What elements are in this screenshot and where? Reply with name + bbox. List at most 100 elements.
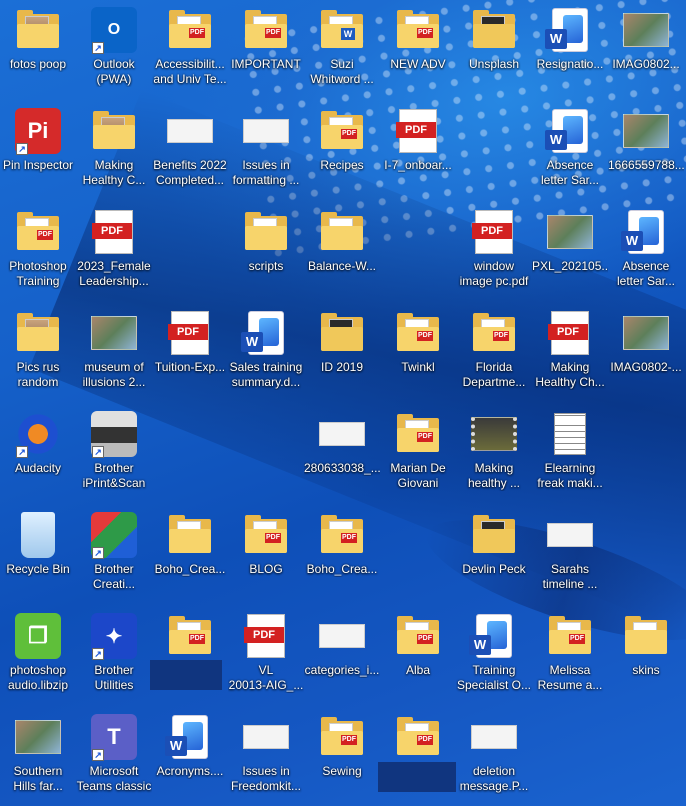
desktop-icon-2023-female[interactable]: PDF 2023_Female Leadership... [76,204,152,300]
desktop-icon-sales-training[interactable]: W Sales training summary.d... [228,305,304,401]
icon-glyph: ↗ [90,410,138,458]
desktop-icon-southern[interactable]: Southern Hills far... [0,709,76,805]
desktop-icon-recipes[interactable]: PDF Recipes [304,103,380,199]
desktop-icon-label: BLOG [249,562,283,576]
desktop-icon-tuition-exp[interactable]: PDF Tuition-Exp... [152,305,228,401]
desktop-icon-issues-in[interactable]: Issues in formatting ... [228,103,304,199]
image-thumbnail-icon [623,114,669,148]
desktop-icon-outlook-pwa[interactable]: O ↗ Outlook (PWA) [76,2,152,98]
folder-icon: PDF [17,212,59,252]
desktop-icon-sewing[interactable]: PDF Sewing [304,709,380,805]
desktop-icon-alba[interactable]: PDF Alba [380,608,456,704]
desktop-icon-recycle-bin[interactable]: Recycle Bin [0,507,76,603]
desktop-icon-pics-rus[interactable]: Pics rus random [0,305,76,401]
desktop-icon-balance-w[interactable]: Balance-W... [304,204,380,300]
desktop-icon-boho-crea[interactable]: PDF Boho_Crea... [304,507,380,603]
redaction-bar [378,762,456,792]
icon-glyph [318,309,366,357]
desktop-icon-twinkl[interactable]: PDF Twinkl [380,305,456,401]
icon-glyph [166,511,214,559]
desktop-icon-devlin-peck[interactable]: Devlin Peck [456,507,532,603]
desktop-icon-unsplash[interactable]: Unsplash [456,2,532,98]
desktop-icon-label: Making Healthy Ch... [535,360,605,389]
icon-glyph: PDF [470,309,518,357]
desktop-icon-label: 280633038_... [304,461,380,475]
icon-glyph: PDF [546,612,594,660]
icon-glyph: W [241,309,290,357]
desktop-icon-making[interactable]: Making Healthy C... [76,103,152,199]
desktop-icon-i-7-onboar[interactable]: PDF I-7_onboar... [380,103,456,199]
desktop-icon-deletion[interactable]: deletion message.P... [456,709,532,805]
pdf-icon: PDF [417,735,433,745]
desktop-icon-label: IMAG0802-... [610,360,682,374]
desktop-icon-issues-in[interactable]: Issues in Freedomkit... [228,709,304,805]
desktop-icon-pxl-202105[interactable]: PXL_202105... [532,204,608,300]
desktop-icon-label: Recycle Bin [6,562,70,576]
icon-glyph: PDF [242,511,290,559]
desktop-icon-brother[interactable]: ↗ Brother Creati... [76,507,152,603]
folder-icon: PDF [245,10,287,50]
desktop-icon-blog[interactable]: PDF BLOG [228,507,304,603]
desktop-icon-resignatio[interactable]: W Resignatio... [532,2,608,98]
desktop-icon-photoshop[interactable]: PDF Photoshop Training [0,204,76,300]
desktop-icon-label: scripts [248,259,284,273]
desktop-icon-audacity[interactable]: ↗ Audacity [0,406,76,502]
desktop-icon-scripts[interactable]: scripts [228,204,304,300]
desktop-icon-melissa[interactable]: PDF Melissa Resume a... [532,608,608,704]
video-thumbnail-icon [471,417,517,451]
folder-icon [93,111,135,151]
folder-icon [245,212,287,252]
shortcut-arrow-icon: ↗ [92,547,104,559]
desktop-icon-vl[interactable]: PDF VL 20013-AIG_... [228,608,304,704]
desktop-icon-important[interactable]: PDF IMPORTANT [228,2,304,98]
desktop-icon-label: Florida Departme... [462,360,526,389]
desktop-icon-florida[interactable]: PDF Florida Departme... [456,305,532,401]
desktop-icon-label: IMAG0802... [612,57,680,71]
desktop-icon-1666559788[interactable]: 1666559788... [608,103,684,199]
icon-glyph: O ↗ [90,6,138,54]
zip-archive-icon: ❒ [15,613,61,659]
screenshot-thumbnail-icon [471,725,517,749]
desktop-icon-imag0802[interactable]: IMAG0802... [608,2,684,98]
desktop-icon-label: Twinkl [401,360,435,374]
shortcut-arrow-icon: ↗ [16,446,28,458]
desktop-icon-label: Pin Inspector [2,158,74,172]
desktop-icon-280633038[interactable]: 280633038_... [304,406,380,502]
desktop-icon-new-adv[interactable]: PDF NEW ADV [380,2,456,98]
desktop-icon-microsoft[interactable]: T ↗ Microsoft Teams classic [76,709,152,805]
desktop-icon-brother[interactable]: ✦ ↗ Brother Utilities [76,608,152,704]
desktop-icon-skins[interactable]: skins [608,608,684,704]
desktop-icon-making[interactable]: Making healthy ... [456,406,532,502]
desktop-icon-imag0802[interactable]: IMAG0802-... [608,305,684,401]
desktop-icon-marian-de[interactable]: PDF Marian De Giovani [380,406,456,502]
desktop-icon-making[interactable]: PDF Making Healthy Ch... [532,305,608,401]
desktop-icon-fotos-poop[interactable]: fotos poop [0,2,76,98]
desktop-icon-suzi[interactable]: W Suzi Whitword ... [304,2,380,98]
desktop-icon-elearning[interactable]: Elearning freak maki... [532,406,608,502]
desktop-icon-absence[interactable]: W Absence letter Sar... [608,204,684,300]
desktop-icon-training[interactable]: W Training Specialist O... [456,608,532,704]
desktop-icon-pin-inspector[interactable]: Pi ↗ Pin Inspector [0,103,76,199]
desktop-icon-label: VL 20013-AIG_... [228,663,304,692]
desktop-icon-categories-i[interactable]: categories_i... [304,608,380,704]
desktop-icon-label: Southern Hills far... [13,764,63,793]
folder-icon [321,313,363,353]
desktop-icon-benefits-2022[interactable]: Benefits 2022 Completed... [152,103,228,199]
image-thumbnail-icon [91,316,137,350]
desktop-icon-accessibilit[interactable]: PDF Accessibilit... and Univ Te... [152,2,228,98]
word-file-icon: W [165,715,208,759]
desktop-icon-label: Absence letter Sar... [540,158,600,187]
desktop-icon-label: Sales training summary.d... [229,360,303,389]
desktop-icon-museum-of[interactable]: museum of illusions 2... [76,305,152,401]
pdf-icon: PDF [189,28,205,38]
desktop-icon-acronyms[interactable]: W Acronyms.... [152,709,228,805]
desktop-icon-id-2019[interactable]: ID 2019 [304,305,380,401]
desktop-icon-photoshop[interactable]: ❒ photoshop audio.libzip [0,608,76,704]
desktop-icon-label: Photoshop Training [9,259,67,288]
desktop-icon-sarahs[interactable]: Sarahs timeline ... [532,507,608,603]
icon-glyph [90,107,138,155]
desktop-icon-window[interactable]: PDF window image pc.pdf [456,204,532,300]
desktop-icon-brother[interactable]: ↗ Brother iPrint&Scan [76,406,152,502]
desktop-icon-boho-crea[interactable]: Boho_Crea... [152,507,228,603]
desktop-icon-absence[interactable]: W Absence letter Sar... [532,103,608,199]
